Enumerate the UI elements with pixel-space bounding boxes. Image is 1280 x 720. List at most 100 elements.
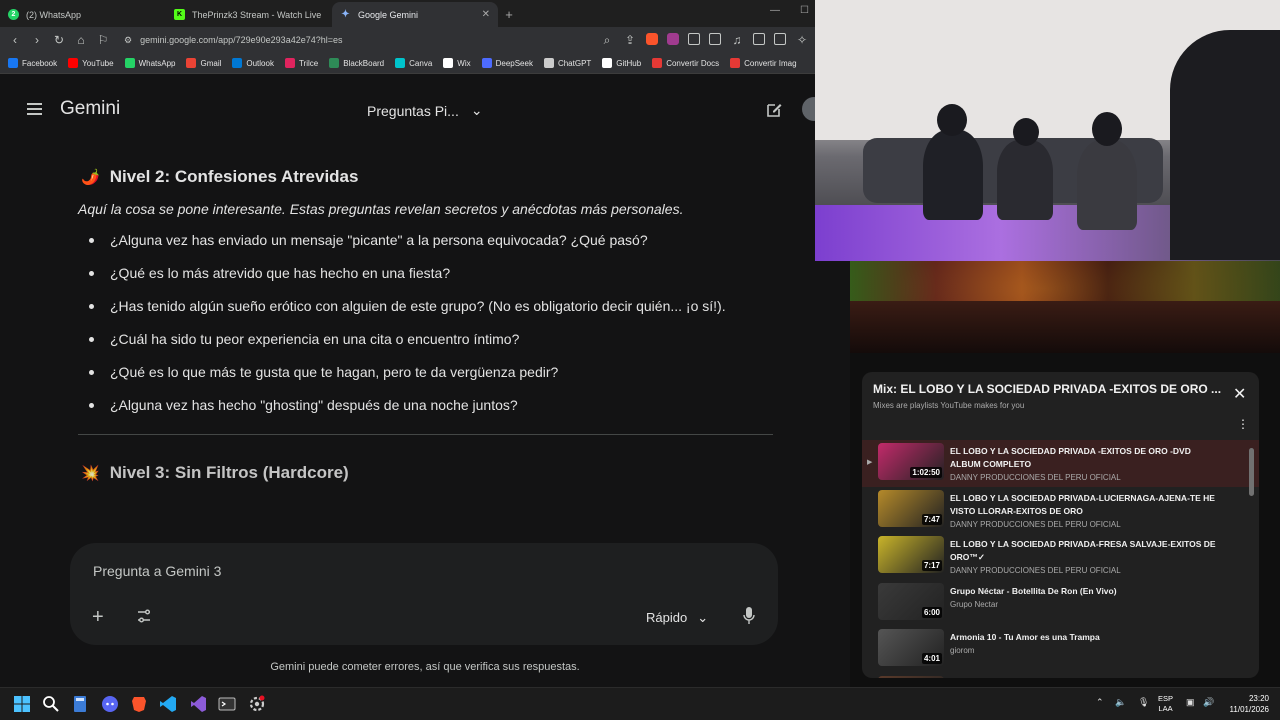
extensions-icon[interactable]: [688, 32, 700, 45]
video-thumbnail[interactable]: 4:01: [878, 629, 944, 666]
channel-name[interactable]: giorom: [950, 646, 974, 655]
video-title[interactable]: EL LOBO Y LA SOCIEDAD PRIVADA-LUCIERNAGA…: [950, 492, 1218, 518]
maximize-icon[interactable]: ☐: [800, 5, 809, 16]
bookmark-item[interactable]: Wix: [443, 58, 471, 68]
brave-browser-icon[interactable]: [130, 695, 148, 713]
channel-name[interactable]: DANNY PRODUCCIONES DEL PERU OFICIAL: [950, 566, 1121, 575]
playlist-item[interactable]: ▶ 1:02:50 EL LOBO Y LA SOCIEDAD PRIVADA -E…: [862, 440, 1259, 487]
search-icon[interactable]: [42, 695, 60, 713]
minimize-icon[interactable]: —: [770, 5, 780, 16]
reload-icon[interactable]: ↻: [52, 33, 66, 47]
bookmark-item[interactable]: GitHub: [602, 58, 641, 68]
bookmark-item[interactable]: Facebook: [8, 58, 57, 68]
media-icon[interactable]: ♫: [730, 33, 744, 48]
app-logo[interactable]: Gemini: [60, 98, 120, 120]
bookmark-item[interactable]: ChatGPT: [543, 58, 591, 68]
tab-gemini[interactable]: ✦ Google Gemini ✕: [332, 2, 498, 27]
tab-kick-stream[interactable]: K ThePrinzk3 Stream - Watch Live on K: [166, 2, 332, 27]
system-clock[interactable]: 23:20 11/01/2026: [1225, 693, 1269, 715]
leo-ai-icon[interactable]: ✧: [795, 33, 809, 48]
brave-rewards-icon[interactable]: [667, 32, 679, 45]
video-duration: 7:47: [921, 513, 942, 525]
tab-whatsapp[interactable]: 2 (2) WhatsApp: [0, 2, 166, 27]
bookmark-item[interactable]: Outlook: [232, 58, 274, 68]
close-icon[interactable]: ✕: [1233, 384, 1246, 404]
sidebar-icon[interactable]: [753, 32, 765, 45]
add-attachment-icon[interactable]: +: [92, 606, 104, 629]
video-thumbnail[interactable]: 7:17: [878, 536, 944, 573]
chevron-up-icon[interactable]: ⌃: [1096, 697, 1104, 708]
forward-icon[interactable]: ›: [30, 33, 44, 47]
bookmark-label: DeepSeek: [495, 58, 533, 68]
video-duration: 4:01: [921, 653, 942, 664]
windows-start-icon[interactable]: [13, 695, 31, 713]
channel-name[interactable]: DANNY PRODUCCIONES DEL PERU OFICIAL: [950, 473, 1121, 482]
new-tab-button[interactable]: +: [498, 2, 520, 27]
reading-list-icon[interactable]: [774, 32, 786, 45]
video-title[interactable]: EL LOBO Y LA SOCIEDAD PRIVADA-FRESA SALV…: [950, 538, 1218, 564]
language-indicator[interactable]: ESP LAA: [1158, 694, 1173, 714]
prompt-composer: Pregunta a Gemini 3 + Rápido ⌄: [70, 543, 778, 645]
more-options-icon[interactable]: ⋮: [1237, 417, 1249, 431]
microphone-icon[interactable]: [743, 607, 755, 625]
playlist-item[interactable]: 7:17 EL LOBO Y LA SOCIEDAD PRIVADA-FRESA …: [862, 533, 1259, 580]
tools-icon[interactable]: [136, 608, 152, 624]
calculator-icon[interactable]: [71, 695, 89, 713]
video-thumbnail[interactable]: 7:47: [878, 489, 944, 527]
video-title[interactable]: El Lobo Y La Sociedad Privada - Dolor y …: [950, 678, 1218, 679]
microphone-tray-icon[interactable]: 🎙: [1138, 697, 1149, 708]
chat-title-dropdown[interactable]: Preguntas Pi... ⌄: [367, 102, 483, 119]
mode-label: Rápido: [646, 610, 688, 625]
bookmark-item[interactable]: BlackBoard: [329, 58, 384, 68]
playlist-item[interactable]: El Lobo Y La Sociedad Privada - Dolor y …: [862, 673, 1259, 679]
video-title[interactable]: EL LOBO Y LA SOCIEDAD PRIVADA -EXITOS DE…: [950, 445, 1218, 471]
playlist-item[interactable]: 6:00 Grupo Néctar - Botellita De Ron (En …: [862, 580, 1259, 627]
bookmark-item[interactable]: YouTube: [68, 58, 114, 68]
terminal-icon[interactable]: [218, 695, 236, 713]
playlist-subtitle: Mixes are playlists YouTube makes for yo…: [873, 401, 1025, 410]
home-icon[interactable]: ⌂: [74, 33, 88, 47]
scrollbar[interactable]: [1249, 448, 1254, 496]
zoom-icon[interactable]: ⌕: [600, 33, 614, 48]
bookmark-favicon-icon: [232, 58, 243, 68]
video-thumbnail[interactable]: [878, 675, 944, 678]
video-thumbnail[interactable]: 6:00: [878, 582, 944, 620]
youtube-video-player[interactable]: [850, 261, 1280, 353]
site-info-icon[interactable]: ⚙: [124, 35, 132, 46]
channel-name[interactable]: Grupo Nectar: [950, 600, 998, 609]
vscode-icon[interactable]: [159, 695, 177, 713]
url-field[interactable]: ⚙ gemini.google.com/app/729e90e293a42e74…: [118, 30, 592, 50]
bookmark-item[interactable]: Convertir Imag: [730, 58, 797, 68]
bookmark-item[interactable]: Convertir Docs: [652, 58, 719, 68]
bookmark-item[interactable]: DeepSeek: [481, 58, 533, 68]
visual-studio-icon[interactable]: [189, 695, 207, 713]
bookmark-label: Convertir Docs: [666, 58, 720, 68]
new-chat-icon[interactable]: [765, 101, 783, 119]
settings-icon[interactable]: [248, 695, 266, 713]
bookmark-item[interactable]: Canva: [395, 58, 432, 68]
video-title[interactable]: Grupo Néctar - Botellita De Ron (En Vivo…: [950, 585, 1218, 598]
playlist-title[interactable]: Mix: EL LOBO Y LA SOCIEDAD PRIVADA -EXIT…: [873, 382, 1225, 396]
model-mode-selector[interactable]: Rápido ⌄: [646, 610, 708, 626]
screenshot-icon[interactable]: [709, 32, 721, 45]
volume-icon[interactable]: 🔊: [1203, 697, 1214, 708]
playlist-item[interactable]: 4:01 Armonia 10 - Tu Amor es una Trampa gi…: [862, 626, 1259, 673]
share-icon[interactable]: ⇪: [623, 33, 637, 48]
channel-name[interactable]: DANNY PRODUCCIONES DEL PERU OFICIAL: [950, 520, 1121, 529]
video-title[interactable]: Armonia 10 - Tu Amor es una Trampa: [950, 631, 1218, 644]
close-tab-icon[interactable]: ✕: [482, 9, 490, 20]
speaker-icon[interactable]: 🔈: [1115, 697, 1126, 708]
bookmark-icon[interactable]: ⚐: [96, 33, 110, 47]
video-thumbnail[interactable]: 1:02:50: [878, 443, 944, 480]
playlist-item[interactable]: 7:47 EL LOBO Y LA SOCIEDAD PRIVADA-LUCIER…: [862, 487, 1259, 534]
network-icon[interactable]: ▣: [1186, 697, 1195, 708]
question-item: ¿Qué es lo más atrevido que has hecho en…: [78, 260, 778, 287]
bookmark-item[interactable]: WhatsApp: [124, 58, 175, 68]
back-icon[interactable]: ‹: [8, 33, 22, 47]
discord-icon[interactable]: [101, 695, 119, 713]
menu-icon[interactable]: [27, 103, 42, 115]
bookmark-item[interactable]: Trilce: [284, 58, 318, 68]
prompt-input[interactable]: Pregunta a Gemini 3: [93, 563, 221, 579]
bookmark-item[interactable]: Gmail: [186, 58, 221, 68]
brave-shields-icon[interactable]: [646, 32, 658, 45]
